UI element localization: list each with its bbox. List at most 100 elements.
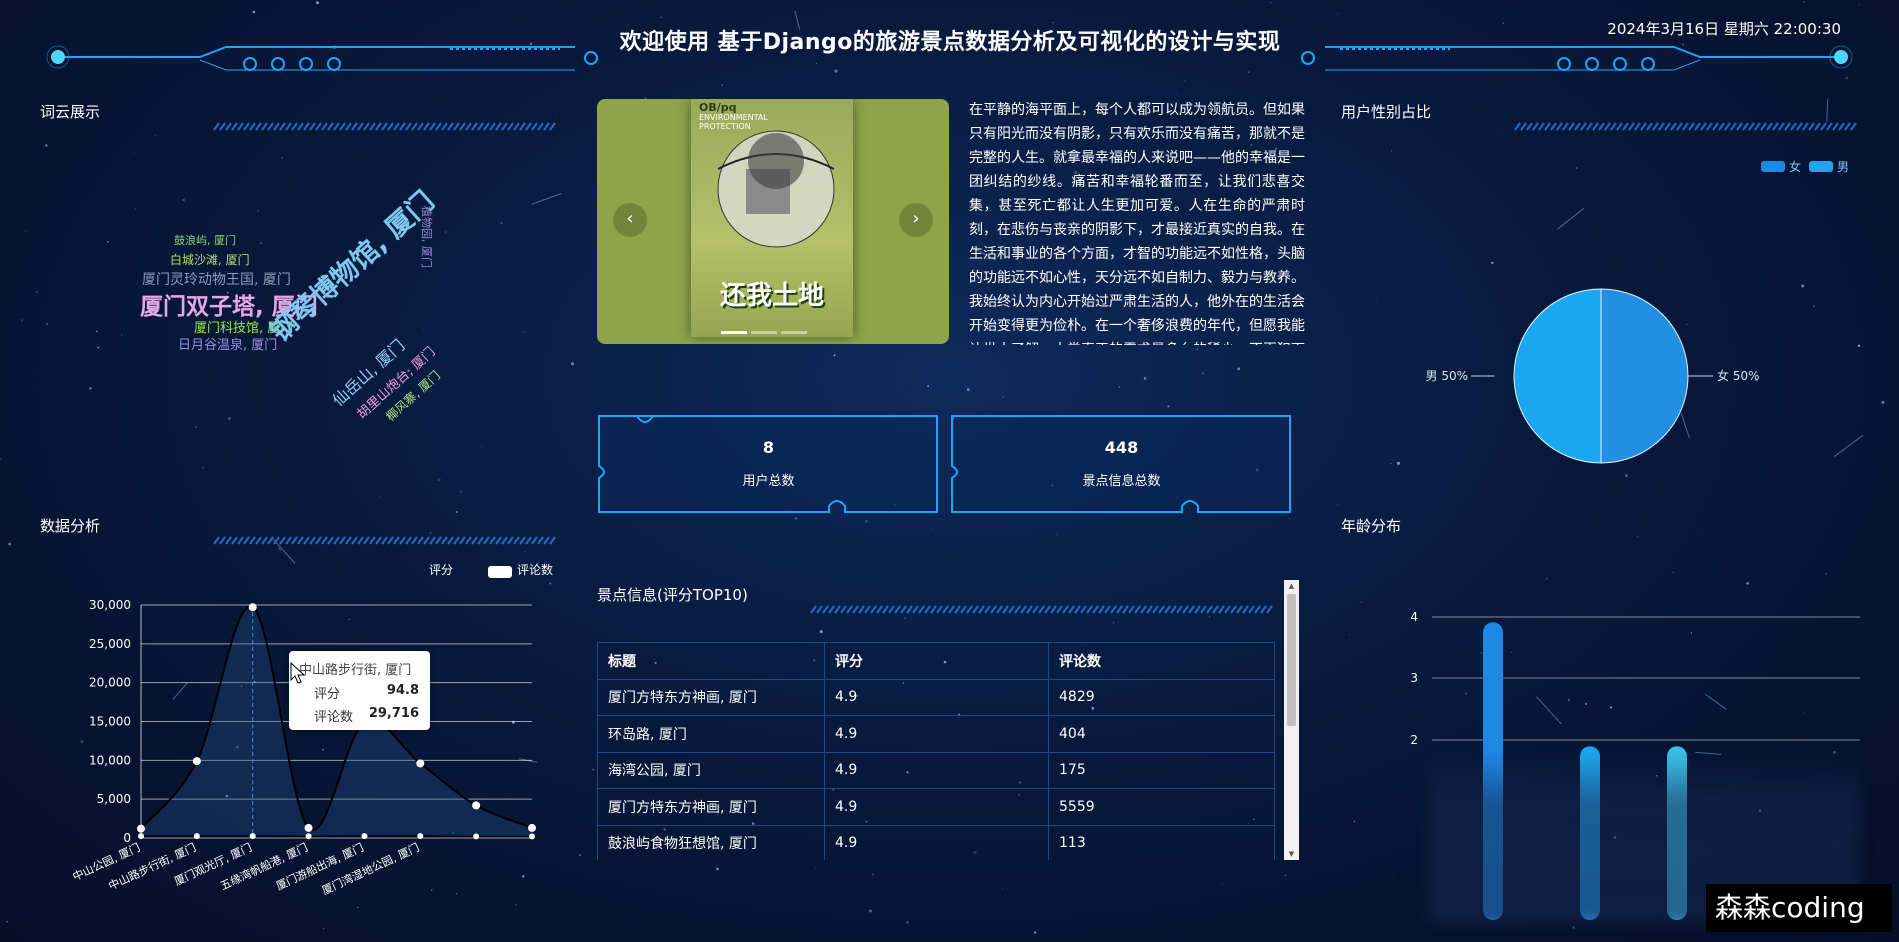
- hatch-stroke: [930, 605, 937, 614]
- scroll-down-icon[interactable]: ▼: [1284, 848, 1299, 860]
- hatch-stroke: [1592, 122, 1599, 131]
- legend-swatch-male[interactable]: [1809, 161, 1833, 172]
- table-scrollbar[interactable]: ▲ ▼: [1284, 580, 1299, 860]
- hatch-stroke: [1556, 122, 1563, 131]
- hatch-stroke: [1056, 605, 1063, 614]
- table-header[interactable]: 标题: [597, 642, 825, 680]
- legend-swatch-female[interactable]: [1761, 161, 1785, 172]
- table-row[interactable]: 环岛路, 厦门 4.9 404: [597, 715, 1275, 753]
- y-tick-label: 30,000: [89, 598, 131, 612]
- hatch-stroke: [357, 536, 364, 545]
- data-point-score[interactable]: [138, 833, 144, 840]
- hatch-stroke: [1014, 605, 1021, 614]
- y-tick-label: 2: [1410, 733, 1418, 747]
- hatch-stroke: [285, 122, 292, 131]
- hatch-stroke: [1158, 605, 1165, 614]
- table-row[interactable]: 海湾公园, 厦门 4.9 175: [597, 751, 1275, 789]
- scroll-up-icon[interactable]: ▲: [1284, 580, 1299, 592]
- tooltip-value: 94.8: [386, 683, 419, 698]
- table-row[interactable]: 厦门方特东方神画, 厦门 4.9 4829: [597, 678, 1275, 716]
- hatch-stroke: [1652, 122, 1659, 131]
- hatch-stroke: [351, 122, 358, 131]
- legend-swatch-comments[interactable]: [488, 566, 512, 578]
- hatch-stroke: [960, 605, 967, 614]
- hatch-stroke: [996, 605, 1003, 614]
- hatch-stroke: [1230, 605, 1237, 614]
- table-header[interactable]: 评论数: [1048, 642, 1275, 680]
- data-point-score[interactable]: [193, 833, 200, 840]
- hatch-stroke: [453, 536, 460, 545]
- hatch-stroke: [1736, 122, 1743, 131]
- hatch-stroke: [267, 536, 274, 545]
- hatch-stroke: [447, 122, 454, 131]
- data-point-comments[interactable]: [248, 603, 257, 612]
- data-point-comments[interactable]: [304, 823, 313, 832]
- tooltip-label: 评论数: [314, 710, 354, 725]
- data-point-comments[interactable]: [416, 759, 425, 768]
- data-point-comments[interactable]: [472, 801, 481, 810]
- y-tick-label: 15,000: [89, 715, 131, 729]
- data-point-score[interactable]: [249, 833, 256, 840]
- image-carousel[interactable]: OB/pq ENVIRONMENTAL PROTECTION 还我土地 ‹ ›: [597, 99, 949, 344]
- hatch-stroke: [243, 536, 250, 545]
- carousel-prev-button[interactable]: ‹: [613, 203, 647, 237]
- word-cloud: 鼓浪屿, 厦门 白城沙滩, 厦门 厦门灵玲动物王国, 厦门 厦门双子塔, 厦门 …: [40, 150, 560, 480]
- hatch-stroke: [1838, 122, 1845, 131]
- hatch-stroke: [924, 605, 931, 614]
- data-point-score[interactable]: [473, 833, 480, 840]
- hatch-stroke: [906, 605, 913, 614]
- hatch-stroke: [315, 536, 322, 545]
- hatch-stroke: [1140, 605, 1147, 614]
- hatch-stroke: [363, 536, 370, 545]
- hatch-stroke: [543, 122, 550, 131]
- mouse-cursor-icon: [290, 662, 306, 684]
- hatch-stroke: [1086, 605, 1093, 614]
- hatch-stroke: [297, 536, 304, 545]
- scrollbar-thumb[interactable]: [1287, 594, 1296, 726]
- hatch-stroke: [966, 605, 973, 614]
- carousel-indicator[interactable]: [751, 331, 777, 334]
- legend-label-female[interactable]: 女: [1789, 159, 1801, 174]
- hatch-stroke: [261, 122, 268, 131]
- data-point-comments[interactable]: [192, 757, 201, 766]
- legend-label-male[interactable]: 男: [1837, 160, 1849, 174]
- hatch-stroke: [888, 605, 895, 614]
- hatch-stroke: [255, 122, 262, 131]
- table-row[interactable]: 鼓浪屿食物狂想馆, 厦门 4.9 113: [597, 824, 1275, 860]
- hatch-stroke: [1182, 605, 1189, 614]
- hatch-stroke: [309, 122, 316, 131]
- hatch-stroke: [1110, 605, 1117, 614]
- table-row[interactable]: 厦门方特东方神画, 厦门 4.9 5559: [597, 788, 1275, 826]
- pie-slice-female[interactable]: [1600, 288, 1689, 464]
- hatch-stroke: [519, 536, 526, 545]
- legend-label-score[interactable]: 评分: [429, 563, 453, 577]
- hatch-stroke: [1544, 122, 1551, 131]
- carousel-indicator[interactable]: [781, 331, 807, 334]
- data-point-score[interactable]: [417, 833, 424, 840]
- hatch-stroke: [291, 536, 298, 545]
- intro-text: 在平静的海平面上，每个人都可以成为领航员。但如果只有阳光而没有阴影，只有欢乐而没…: [969, 102, 1305, 345]
- pie-slice-male[interactable]: [1513, 288, 1602, 464]
- hatch-stroke: [477, 122, 484, 131]
- legend-label-comments[interactable]: 评论数: [517, 562, 553, 577]
- table-header[interactable]: 评分: [824, 642, 1049, 680]
- hatch-stroke: [489, 536, 496, 545]
- hatch-stroke: [1850, 122, 1857, 131]
- hatch-stroke: [1206, 605, 1213, 614]
- hatch-stroke: [507, 122, 514, 131]
- data-point-comments[interactable]: [137, 824, 145, 833]
- data-point-score[interactable]: [305, 833, 312, 840]
- carousel-next-button[interactable]: ›: [899, 203, 933, 237]
- hatch-stroke: [828, 605, 835, 614]
- hatch-stroke: [507, 536, 514, 545]
- hatch-stroke: [1688, 122, 1695, 131]
- hatch-stroke: [381, 122, 388, 131]
- data-point-comments[interactable]: [528, 823, 536, 832]
- hatch-stroke: [1808, 122, 1815, 131]
- hatch-stroke: [1514, 122, 1521, 131]
- data-point-score[interactable]: [361, 833, 368, 840]
- hatch-stroke: [369, 122, 376, 131]
- data-point-score[interactable]: [529, 833, 535, 840]
- carousel-indicator[interactable]: [721, 331, 747, 334]
- hatch-stroke: [900, 605, 907, 614]
